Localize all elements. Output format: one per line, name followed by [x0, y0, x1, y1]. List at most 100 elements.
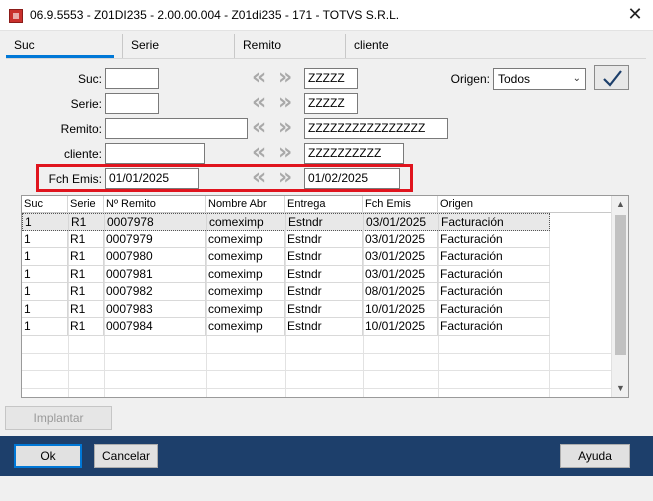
- cell-entrega: Estndr: [285, 248, 363, 265]
- cell-fch-emis: 03/01/2025: [364, 214, 439, 231]
- table-row[interactable]: 1 R1 0007979 comeximp Estndr 03/01/2025 Factur…: [22, 230, 550, 248]
- tab-suc[interactable]: Suc: [6, 34, 114, 58]
- grid-scrollbar[interactable]: ▲ ▼: [611, 196, 628, 397]
- cell-nro-remito: 0007982: [104, 283, 206, 300]
- table-row[interactable]: 1 R1 0007984 comeximp Estndr 10/01/2025 Factur…: [22, 318, 550, 336]
- cell-serie: R1: [68, 248, 104, 265]
- cell-suc: 1: [22, 230, 68, 248]
- tab-cliente[interactable]: cliente: [345, 34, 460, 58]
- remitos-grid[interactable]: Suc Serie Nº Remito Nombre Abr Entrega F…: [21, 195, 629, 398]
- suc-label: Suc:: [77, 72, 102, 86]
- scroll-down-icon[interactable]: ▼: [612, 380, 628, 397]
- double-chevron-right-icon[interactable]: »: [278, 67, 292, 89]
- cell-entrega: Estndr: [285, 265, 363, 283]
- col-header-nro-remito[interactable]: Nº Remito: [104, 196, 206, 213]
- tab-label: cliente: [354, 38, 389, 52]
- title-bar: 06.9.5553 - Z01DI235 - 2.00.00.004 - Z01…: [0, 0, 653, 31]
- cell-entrega: Estndr: [285, 318, 363, 335]
- bottom-strip: [0, 476, 653, 501]
- cell-nombre-abr: comeximp: [206, 230, 285, 248]
- cell-origen: Facturación: [440, 284, 503, 298]
- cell-entrega: Estndr: [285, 300, 363, 318]
- col-header-suc[interactable]: Suc: [22, 196, 68, 213]
- table-row[interactable]: 1 R1 0007980 comeximp Estndr 03/01/2025 Factur…: [22, 248, 550, 266]
- col-header-entrega[interactable]: Entrega: [285, 196, 363, 213]
- double-chevron-left-icon[interactable]: «: [252, 67, 266, 89]
- remito-label: Remito:: [60, 122, 102, 136]
- footer-bar: Ok Cancelar Ayuda: [0, 436, 653, 476]
- cell-origen: Facturación: [440, 249, 503, 263]
- cliente-from-input[interactable]: [105, 143, 205, 164]
- cell-serie: R1: [68, 265, 104, 283]
- serie-to-input[interactable]: ZZZZZ: [304, 93, 358, 114]
- ayuda-button[interactable]: Ayuda: [560, 444, 630, 468]
- cell-fch-emis: 10/01/2025: [363, 300, 438, 318]
- cell-suc: 1: [22, 300, 68, 318]
- cell-suc: 1: [22, 318, 68, 335]
- cell-origen: Facturación: [441, 215, 504, 229]
- cliente-to-input[interactable]: ZZZZZZZZZZ: [304, 143, 404, 164]
- confirm-button[interactable]: [594, 65, 629, 90]
- col-header-nombre-abr[interactable]: Nombre Abr: [206, 196, 285, 213]
- empty-row: [22, 336, 613, 354]
- tab-remito[interactable]: Remito: [234, 34, 342, 58]
- double-chevron-left-icon[interactable]: «: [252, 117, 266, 139]
- check-icon: [602, 70, 622, 87]
- col-header-origen[interactable]: Origen: [438, 196, 613, 213]
- table-row[interactable]: 1 R1 0007983 comeximp Estndr 10/01/2025 Factur…: [22, 300, 550, 318]
- implantar-button[interactable]: Implantar: [5, 406, 112, 430]
- scroll-thumb[interactable]: [615, 215, 626, 355]
- cell-fch-emis: 03/01/2025: [363, 248, 438, 265]
- col-header-serie[interactable]: Serie: [68, 196, 104, 213]
- cell-suc: 1: [22, 248, 68, 265]
- tab-label: Suc: [14, 38, 35, 52]
- serie-from-input[interactable]: [105, 93, 159, 114]
- ok-button[interactable]: Ok: [14, 444, 82, 468]
- serie-label: Serie:: [70, 97, 102, 111]
- cell-origen: Facturación: [440, 301, 503, 316]
- remito-to-input[interactable]: ZZZZZZZZZZZZZZZZ: [304, 118, 448, 139]
- cell-suc: 1: [22, 265, 68, 283]
- empty-row: [22, 371, 613, 389]
- table-row[interactable]: 1 R1 0007978 comeximp Estndr 03/01/2025 Factur…: [22, 213, 550, 231]
- cell-nombre-abr: comeximp: [207, 214, 286, 231]
- col-header-fch-emis[interactable]: Fch Emis: [363, 196, 438, 213]
- remito-from-input[interactable]: [105, 118, 248, 139]
- tab-serie[interactable]: Serie: [122, 34, 230, 58]
- app-icon: [9, 9, 23, 23]
- cell-serie: R1: [68, 230, 104, 248]
- table-row[interactable]: 1 R1 0007982 comeximp Estndr 08/01/2025 Factur…: [22, 283, 550, 301]
- origen-select[interactable]: Todos ⌄: [493, 68, 586, 90]
- suc-to-input[interactable]: ZZZZZ: [304, 68, 358, 89]
- cell-serie: R1: [68, 300, 104, 318]
- cell-entrega: Estndr: [286, 214, 364, 231]
- double-chevron-right-icon[interactable]: »: [278, 92, 292, 114]
- cell-origen: Facturación: [440, 266, 503, 281]
- cancelar-button[interactable]: Cancelar: [94, 444, 158, 468]
- scroll-up-icon[interactable]: ▲: [612, 196, 628, 213]
- cell-origen: Facturación: [440, 319, 503, 333]
- tab-label: Serie: [131, 38, 160, 52]
- tab-divider: [6, 58, 646, 59]
- cell-serie: R1: [68, 318, 104, 335]
- tab-label: Remito: [243, 38, 282, 52]
- double-chevron-left-icon[interactable]: «: [252, 142, 266, 164]
- cell-fch-emis: 10/01/2025: [363, 318, 438, 335]
- table-row[interactable]: 1 R1 0007981 comeximp Estndr 03/01/2025 Factur…: [22, 265, 550, 283]
- grid-header: Suc Serie Nº Remito Nombre Abr Entrega F…: [22, 196, 613, 213]
- double-chevron-left-icon[interactable]: «: [252, 92, 266, 114]
- chevron-down-icon: ⌄: [572, 73, 581, 84]
- cell-nombre-abr: comeximp: [206, 318, 285, 335]
- empty-row: [22, 354, 613, 371]
- suc-from-input[interactable]: [105, 68, 159, 89]
- double-chevron-right-icon[interactable]: »: [278, 117, 292, 139]
- cell-nro-remito: 0007979: [104, 230, 206, 248]
- fch-emis-highlight: [36, 164, 413, 192]
- cell-nombre-abr: comeximp: [206, 248, 285, 265]
- origen-label: Origen:: [450, 72, 490, 86]
- cell-nombre-abr: comeximp: [206, 265, 285, 283]
- origen-value: Todos: [498, 72, 531, 86]
- double-chevron-right-icon[interactable]: »: [278, 142, 292, 164]
- cell-suc: 1: [22, 283, 68, 300]
- close-icon[interactable]: ✕: [623, 3, 647, 27]
